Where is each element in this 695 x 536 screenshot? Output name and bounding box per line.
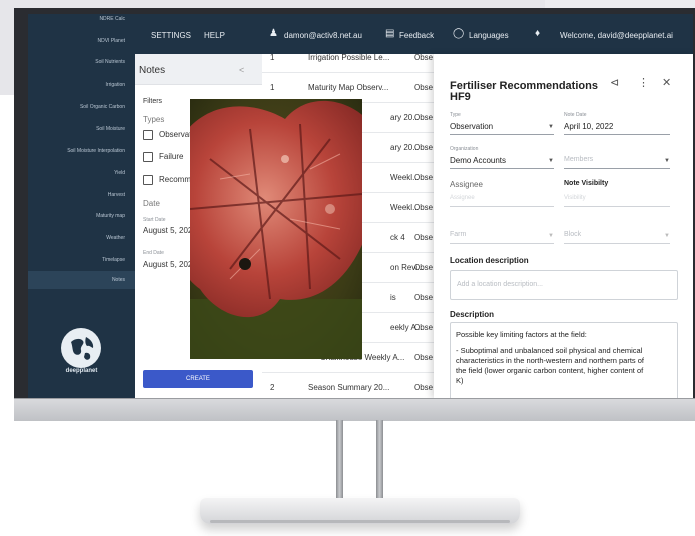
visibility-input[interactable]: Visibility: [564, 195, 586, 201]
collapse-chevron-icon[interactable]: <: [239, 65, 244, 75]
sidebar-item-yield[interactable]: Yield: [114, 170, 125, 176]
start-date-input[interactable]: August 5, 202: [143, 226, 192, 235]
notes-header: Notes <: [135, 54, 262, 85]
sidebar-item-notes[interactable]: Notes: [28, 271, 135, 289]
note-title: Fertiliser Recommendations: [450, 80, 598, 92]
members-caret-icon: ▼: [664, 158, 670, 164]
feedback-link[interactable]: Feedback: [399, 31, 434, 40]
end-date-label: End Date: [143, 250, 164, 256]
type-underline: [450, 134, 554, 135]
sidebar-item-soil-moisture-interpolation[interactable]: Soil Moisture Interpolation: [67, 148, 125, 154]
notes-title: Notes: [139, 65, 166, 76]
monitor-stand-left: [336, 420, 343, 510]
sidebar-item-soil-moisture[interactable]: Soil Moisture: [96, 126, 125, 132]
block-underline: [564, 243, 670, 244]
languages-link[interactable]: Languages: [469, 31, 509, 40]
date-label: Date: [143, 199, 160, 208]
organization-select[interactable]: Demo Accounts: [450, 156, 506, 165]
members-underline: [564, 168, 670, 169]
monitor-chin: [14, 398, 695, 421]
sidebar-item-ndvi-planet[interactable]: NDVI Planet: [97, 38, 125, 44]
share-icon[interactable]: ⊲: [610, 76, 619, 89]
start-date-label: Start Date: [143, 217, 166, 223]
filters-heading: Filters: [143, 98, 163, 105]
help-link[interactable]: HELP: [204, 31, 225, 40]
type-recommendation-label: Recomm: [159, 175, 192, 184]
farm-underline: [450, 243, 554, 244]
autumn-vine-leaf-photo: [190, 99, 362, 359]
description-heading: Description: [450, 310, 495, 319]
note-date-label: Note Date: [564, 112, 587, 118]
note-date-input[interactable]: April 10, 2022: [564, 122, 613, 131]
organization-label: Organization: [450, 146, 479, 152]
note-date-underline: [564, 134, 670, 135]
account-email[interactable]: damon@activ8.net.au: [284, 31, 362, 40]
block-select[interactable]: Block: [564, 231, 581, 238]
location-heading: Location description: [450, 256, 529, 265]
sidebar-item-maturity-map[interactable]: Maturity map: [96, 213, 125, 219]
checkbox-observation[interactable]: [143, 130, 153, 140]
sidebar-item-soil-nutrients[interactable]: Soil Nutrients: [95, 59, 125, 65]
type-select[interactable]: Observation: [450, 122, 493, 131]
end-date-input[interactable]: August 5, 202: [143, 260, 192, 269]
assignee-label: Assignee: [450, 180, 483, 189]
close-icon[interactable]: ✕: [662, 76, 671, 89]
settings-link[interactable]: SETTINGS: [151, 31, 191, 40]
monitor-stand-right: [376, 420, 383, 510]
bell-icon[interactable]: ♦: [535, 28, 540, 39]
create-button[interactable]: CREATE: [143, 370, 253, 388]
feedback-icon: ▤: [385, 28, 395, 39]
visibility-underline: [564, 206, 670, 207]
assignee-input[interactable]: Assignee: [450, 195, 475, 201]
visibility-label: Note Visibilty: [564, 180, 609, 187]
members-select[interactable]: Members: [564, 156, 593, 163]
sidebar-item-weather[interactable]: Weather: [106, 235, 125, 241]
farm-select[interactable]: Farm: [450, 231, 466, 238]
organization-underline: [450, 168, 554, 169]
sidebar-item-timelapse[interactable]: Timelapse: [102, 257, 125, 263]
table-row[interactable]: 1 Irrigation Possible Le... Obse: [262, 42, 434, 73]
sidebar-item-soil-organic-carbon[interactable]: Soil Organic Carbon: [80, 104, 125, 110]
note-title-block: HF9: [450, 91, 471, 103]
description-text: Possible key limiting factors at the fie…: [456, 330, 652, 392]
globe-icon: ◯: [453, 28, 465, 39]
note-details-panel: Fertiliser Recommendations HF9 ⊲ ⋮ ✕ Typ…: [434, 54, 693, 398]
table-row[interactable]: 2 Season Summary 20... Obse: [262, 372, 434, 398]
users-icon: ♟: [269, 28, 278, 39]
location-input[interactable]: Add a location description...: [450, 270, 678, 300]
checkbox-failure[interactable]: [143, 152, 153, 162]
brand-name: deepplanet: [65, 368, 98, 374]
checkbox-recommendation[interactable]: [143, 175, 153, 185]
sidebar: NDRE Calc NDVI Planet Soil Nutrients Irr…: [28, 14, 135, 398]
globe-logo-icon: [61, 328, 101, 368]
location-placeholder: Add a location description...: [457, 281, 543, 288]
block-caret-icon: ▼: [664, 233, 670, 239]
description-paragraph-2: - Suboptimal and unbalanced soil physica…: [456, 346, 645, 385]
type-observation-label: Observati: [159, 130, 194, 139]
monitor-base-edge: [210, 520, 510, 523]
sidebar-item-irrigation[interactable]: Irrigation: [106, 82, 125, 88]
description-paragraph-1: Possible key limiting factors at the fie…: [456, 330, 587, 339]
type-caret-icon: ▼: [548, 124, 554, 130]
types-label: Types: [143, 115, 165, 124]
sidebar-item-harvest[interactable]: Harvest: [108, 192, 125, 198]
welcome-user[interactable]: Welcome, david@deepplanet.ai: [560, 31, 673, 40]
type-failure-label: Failure: [159, 152, 184, 161]
more-vertical-icon[interactable]: ⋮: [638, 76, 649, 89]
app-screen: NDRE Calc NDVI Planet Soil Nutrients Irr…: [28, 14, 693, 398]
organization-caret-icon: ▼: [548, 158, 554, 164]
sidebar-item-ndre[interactable]: NDRE Calc: [99, 16, 125, 22]
farm-caret-icon: ▼: [548, 233, 554, 239]
type-label: Type: [450, 112, 461, 118]
assignee-underline: [450, 206, 554, 207]
